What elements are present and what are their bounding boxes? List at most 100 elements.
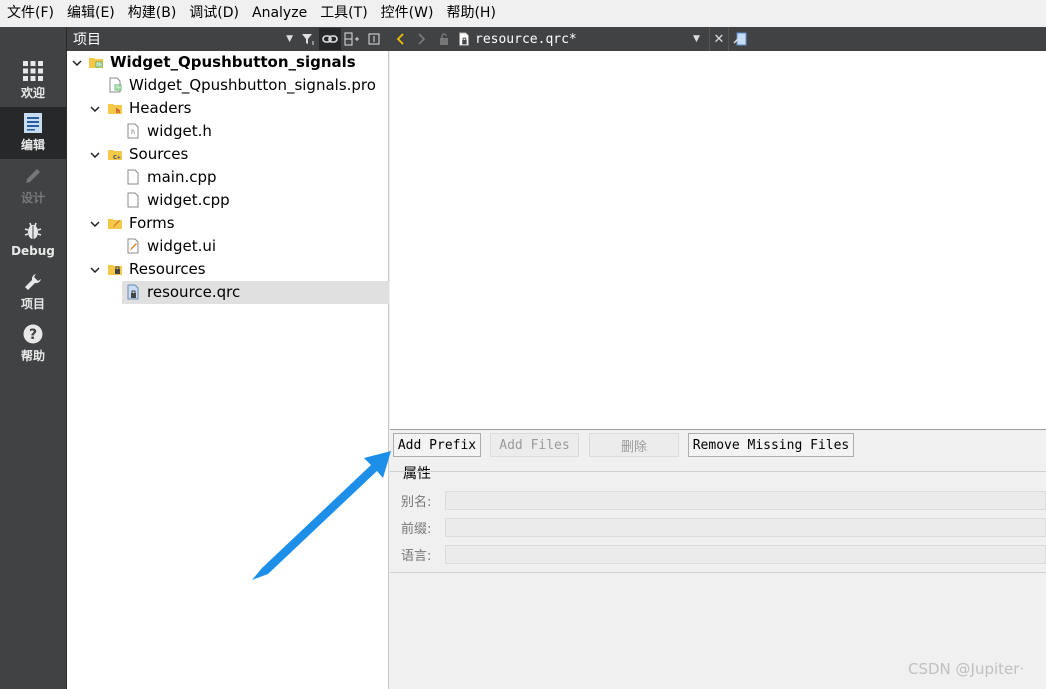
svg-text:?: ? (29, 327, 37, 343)
tree-item-main-cpp[interactable]: main.cpp (67, 166, 389, 189)
mode-projects[interactable]: 项目 (0, 266, 66, 318)
pencil-icon (26, 169, 40, 183)
mode-sidebar: 欢迎 编辑 设计 Debug 项目 ? 帮助 (0, 27, 67, 689)
close-pane-icon[interactable] (363, 28, 385, 50)
expand-chevron-icon[interactable] (88, 97, 102, 120)
menu-analyze[interactable]: Analyze (247, 0, 315, 27)
svg-text:qt: qt (116, 85, 121, 90)
divider (390, 572, 1046, 573)
properties-group-title: 属性 (403, 466, 431, 482)
forward-arrow-icon[interactable] (411, 28, 433, 50)
prefix-label: 前缀: (401, 522, 432, 537)
split-add-icon[interactable] (341, 28, 363, 50)
mode-label: Debug (11, 243, 55, 258)
ui-file-icon (127, 238, 139, 254)
add-files-button: Add Files (490, 433, 579, 457)
editor-toolbar: resource.qrc* ▼ ✕ (389, 27, 1046, 51)
mode-debug[interactable]: Debug (0, 213, 66, 265)
menu-file[interactable]: 文件(F) (2, 0, 62, 27)
svg-text:h: h (116, 108, 120, 115)
filter-icon[interactable] (297, 28, 319, 50)
mode-label: 帮助 (20, 349, 45, 363)
chevron-down-icon[interactable]: ▼ (693, 27, 700, 51)
mode-label: 欢迎 (20, 86, 45, 100)
chevron-down-icon: ▼ (286, 34, 293, 44)
mode-design: 设计 (0, 160, 66, 212)
menu-build[interactable]: 构建(B) (123, 0, 185, 27)
tree-item-label: widget.ui (147, 237, 217, 255)
mode-edit[interactable]: 编辑 (0, 107, 66, 159)
sources-folder-icon: C+ (108, 150, 122, 161)
tree-item-label: main.cpp (147, 168, 217, 186)
tree-item-label: widget.h (147, 122, 212, 140)
cpp-file-icon (127, 169, 139, 185)
mode-help[interactable]: ? 帮助 (0, 318, 66, 370)
project-panel-header: 项目 ▼ (67, 27, 389, 51)
view-selector[interactable]: 项目 ▼ (69, 28, 297, 50)
mode-label: 编辑 (20, 138, 45, 152)
tree-item-project[interactable]: qt Widget_Qpushbutton_signals (67, 51, 389, 74)
tree-item-widget-ui[interactable]: widget.ui (67, 235, 389, 258)
menu-widgets[interactable]: 控件(W) (376, 0, 442, 27)
remove-button: 删除 (589, 433, 679, 457)
tree-item-label: Widget_Qpushbutton_signals (110, 53, 356, 71)
tree-item-label: widget.cpp (147, 191, 230, 209)
resources-folder-icon (108, 265, 122, 275)
tree-item-resource-qrc[interactable]: resource.qrc (122, 281, 389, 304)
tree-item-headers[interactable]: h Headers (67, 97, 389, 120)
cpp-file-icon (127, 192, 139, 208)
add-prefix-button[interactable]: Add Prefix (393, 433, 481, 457)
document-icon (24, 113, 42, 133)
project-folder-icon: qt (89, 58, 103, 68)
tree-item-widget-h[interactable]: h widget.h (67, 120, 389, 143)
split-editor-icon[interactable] (733, 31, 749, 47)
forms-folder-icon (108, 219, 122, 229)
qrc-file-icon (459, 32, 469, 46)
view-selector-label: 项目 (73, 32, 101, 48)
tree-item-resources[interactable]: Resources (67, 258, 389, 281)
tree-item-label: Headers (129, 99, 192, 117)
language-label: 语言: (401, 549, 432, 564)
tree-item-label: Widget_Qpushbutton_signals.pro (129, 76, 376, 94)
header-file-icon: h (127, 123, 139, 139)
qrc-file-icon (127, 284, 139, 300)
bug-icon (24, 222, 42, 239)
menu-help[interactable]: 帮助(H) (441, 0, 503, 27)
expand-chevron-icon[interactable] (88, 212, 102, 235)
tree-item-pro-file[interactable]: qt Widget_Qpushbutton_signals.pro (67, 74, 389, 97)
divider (390, 471, 1046, 472)
grid-icon (23, 61, 43, 81)
menu-edit[interactable]: 编辑(E) (62, 0, 123, 27)
watermark: CSDN @Jupiter· (908, 660, 1025, 678)
wrench-icon (25, 274, 41, 290)
remove-missing-files-button[interactable]: Remove Missing Files (688, 433, 854, 457)
mode-welcome[interactable]: 欢迎 (0, 55, 66, 107)
tree-item-label: Resources (129, 260, 206, 278)
menu-tools[interactable]: 工具(T) (315, 0, 375, 27)
resource-editor-panel: Add Prefix Add Files 删除 Remove Missing F… (390, 430, 1046, 689)
prefix-field (445, 518, 1046, 537)
svg-text:C+: C+ (113, 155, 121, 161)
link-icon[interactable] (319, 28, 341, 50)
lock-icon (433, 28, 455, 50)
project-tree: qt Widget_Qpushbutton_signals qt Widget_… (67, 51, 389, 689)
tree-item-label: resource.qrc (147, 283, 241, 301)
back-arrow-icon[interactable] (389, 28, 411, 50)
expand-chevron-icon[interactable] (88, 143, 102, 166)
close-document-icon[interactable]: ✕ (709, 27, 729, 51)
language-field (445, 545, 1046, 564)
alias-field (445, 491, 1046, 510)
svg-text:qt: qt (97, 62, 102, 67)
expand-chevron-icon[interactable] (70, 51, 84, 74)
tree-item-sources[interactable]: C+ Sources (67, 143, 389, 166)
resource-tree-view[interactable] (390, 51, 1046, 430)
svg-text:h: h (131, 129, 135, 136)
tree-item-label: Sources (129, 145, 189, 163)
open-document-title[interactable]: resource.qrc* (475, 32, 577, 47)
expand-chevron-icon[interactable] (88, 258, 102, 281)
help-icon: ? (23, 324, 43, 344)
tree-item-forms[interactable]: Forms (67, 212, 389, 235)
tree-item-widget-cpp[interactable]: widget.cpp (67, 189, 389, 212)
alias-label: 别名: (401, 495, 432, 510)
menu-debug[interactable]: 调试(D) (184, 0, 247, 27)
